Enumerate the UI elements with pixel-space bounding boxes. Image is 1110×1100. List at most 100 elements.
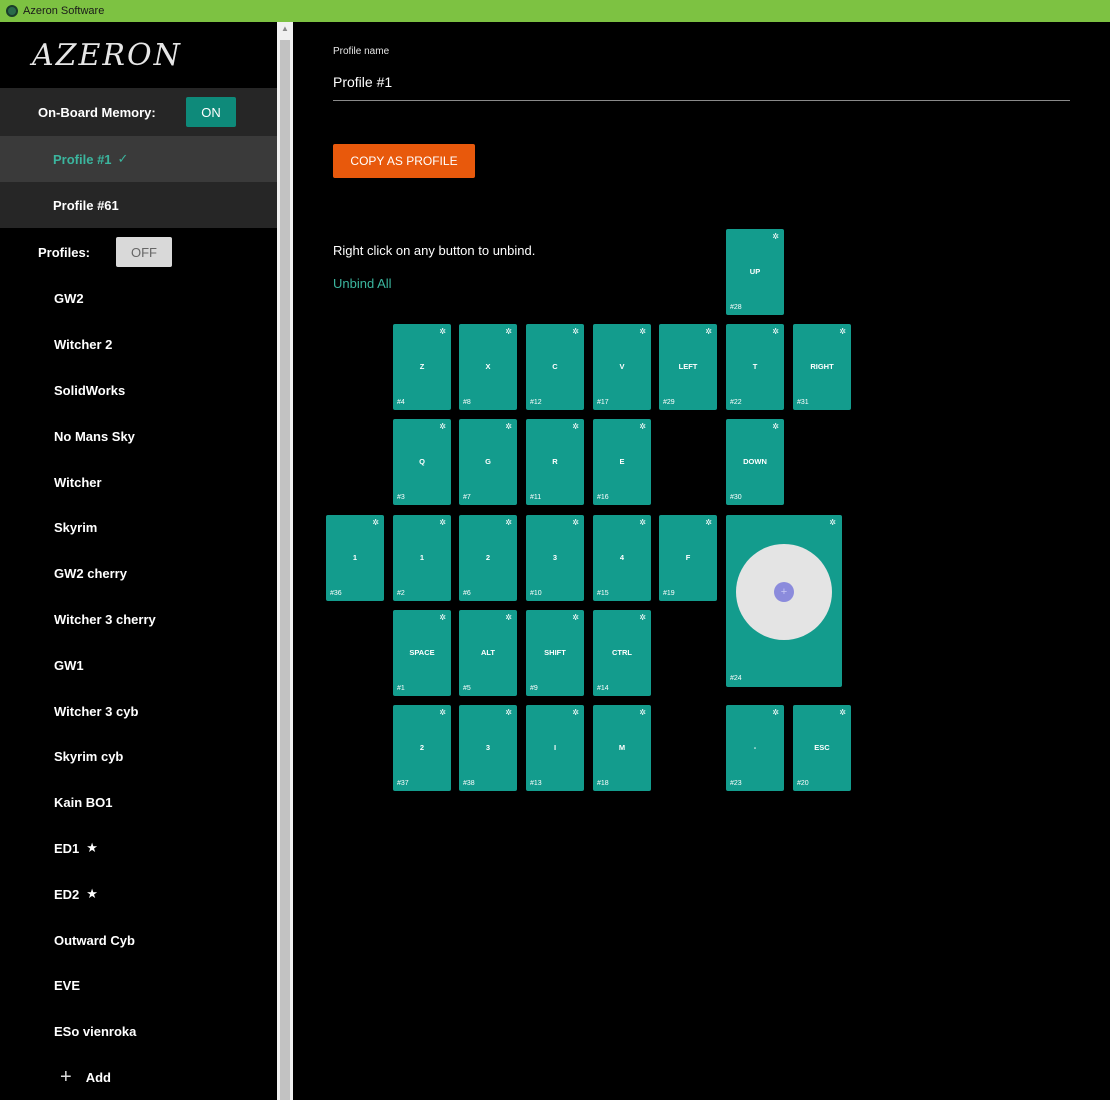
copy-as-profile-button[interactable]: COPY AS PROFILE bbox=[333, 144, 475, 178]
gear-icon[interactable]: ✲ bbox=[829, 518, 836, 527]
key-button[interactable]: ✲ - #23 bbox=[726, 705, 784, 791]
key-label: ESC bbox=[814, 743, 830, 752]
profile-item[interactable]: ESo vienroka bbox=[0, 1009, 277, 1055]
gear-icon[interactable]: ✲ bbox=[572, 422, 579, 431]
profile-item[interactable]: Outward Cyb bbox=[0, 917, 277, 963]
profile-item[interactable]: Skyrim bbox=[0, 505, 277, 551]
profile-item[interactable]: Witcher 3 cyb bbox=[0, 688, 277, 734]
memory-profile-1[interactable]: Profile #1 ✓ bbox=[0, 136, 277, 182]
key-number: #8 bbox=[463, 399, 471, 406]
key-button[interactable]: ✲ 2 #37 bbox=[393, 705, 451, 791]
gear-icon[interactable]: ✲ bbox=[439, 613, 446, 622]
gear-icon[interactable]: ✲ bbox=[772, 232, 779, 241]
onboard-memory-toggle[interactable]: ON bbox=[186, 97, 236, 127]
add-profile-button[interactable]: + Add bbox=[0, 1055, 277, 1100]
key-button[interactable]: ✲ F #19 bbox=[659, 515, 717, 601]
gear-icon[interactable]: ✲ bbox=[572, 613, 579, 622]
gear-icon[interactable]: ✲ bbox=[505, 613, 512, 622]
profile-item[interactable]: GW1 bbox=[0, 642, 277, 688]
gear-icon[interactable]: ✲ bbox=[772, 708, 779, 717]
gear-icon[interactable]: ✲ bbox=[372, 518, 379, 527]
memory-profile-61[interactable]: Profile #61 bbox=[0, 182, 277, 228]
key-button[interactable]: ✲ Z #4 bbox=[393, 324, 451, 410]
gear-icon[interactable]: ✲ bbox=[639, 613, 646, 622]
gear-icon[interactable]: ✲ bbox=[639, 518, 646, 527]
key-button[interactable]: ✲ I #13 bbox=[526, 705, 584, 791]
gear-icon[interactable]: ✲ bbox=[505, 708, 512, 717]
profile-label: SolidWorks bbox=[54, 382, 126, 398]
key-button[interactable]: ✲ DOWN #30 bbox=[726, 419, 784, 505]
profile-item[interactable]: GW2 bbox=[0, 276, 277, 322]
gear-icon[interactable]: ✲ bbox=[705, 327, 712, 336]
gear-icon[interactable]: ✲ bbox=[439, 708, 446, 717]
gear-icon[interactable]: ✲ bbox=[439, 327, 446, 336]
gear-icon[interactable]: ✲ bbox=[572, 327, 579, 336]
profile-item[interactable]: ED2 ★ bbox=[0, 871, 277, 917]
key-button[interactable]: ✲ SHIFT #9 bbox=[526, 610, 584, 696]
gear-icon[interactable]: ✲ bbox=[439, 422, 446, 431]
key-button[interactable]: ✲ X #8 bbox=[459, 324, 517, 410]
key-button[interactable]: ✲ 1 #36 bbox=[326, 515, 384, 601]
profile-item[interactable]: Witcher 3 cherry bbox=[0, 597, 277, 643]
unbind-all-link[interactable]: Unbind All bbox=[333, 276, 392, 291]
check-icon: ✓ bbox=[117, 151, 129, 166]
gear-icon[interactable]: ✲ bbox=[505, 422, 512, 431]
gear-icon[interactable]: ✲ bbox=[505, 327, 512, 336]
key-button[interactable]: ✲ T #22 bbox=[726, 324, 784, 410]
profile-item[interactable]: EVE bbox=[0, 963, 277, 1009]
gear-icon[interactable]: ✲ bbox=[772, 422, 779, 431]
key-button[interactable]: ✲ LEFT #29 bbox=[659, 324, 717, 410]
profiles-row: Profiles: OFF bbox=[0, 228, 277, 276]
joystick-key[interactable]: ✲ + #24 bbox=[726, 515, 842, 687]
profile-item[interactable]: GW2 cherry bbox=[0, 551, 277, 597]
gear-icon[interactable]: ✲ bbox=[572, 518, 579, 527]
sidebar-scrollbar[interactable]: ▲ bbox=[277, 22, 293, 1100]
key-button[interactable]: ✲ 1 #2 bbox=[393, 515, 451, 601]
key-button[interactable]: ✲ SPACE #1 bbox=[393, 610, 451, 696]
gear-icon[interactable]: ✲ bbox=[839, 708, 846, 717]
profile-name-input[interactable]: Profile #1 bbox=[333, 74, 392, 90]
scroll-up-arrow[interactable]: ▲ bbox=[277, 24, 293, 38]
gear-icon[interactable]: ✲ bbox=[639, 708, 646, 717]
gear-icon[interactable]: ✲ bbox=[572, 708, 579, 717]
key-button[interactable]: ✲ R #11 bbox=[526, 419, 584, 505]
profile-item[interactable]: ED1 ★ bbox=[0, 826, 277, 872]
key-button[interactable]: ✲ 3 #38 bbox=[459, 705, 517, 791]
key-number: #24 bbox=[730, 675, 742, 682]
gear-icon[interactable]: ✲ bbox=[705, 518, 712, 527]
key-button[interactable]: ✲ C #12 bbox=[526, 324, 584, 410]
key-button[interactable]: ✲ ESC #20 bbox=[793, 705, 851, 791]
profile-item[interactable]: No Mans Sky bbox=[0, 413, 277, 459]
star-icon: ★ bbox=[86, 840, 98, 856]
key-button[interactable]: ✲ 4 #15 bbox=[593, 515, 651, 601]
key-button[interactable]: ✲ V #17 bbox=[593, 324, 651, 410]
gear-icon[interactable]: ✲ bbox=[639, 327, 646, 336]
gear-icon[interactable]: ✲ bbox=[639, 422, 646, 431]
gear-icon[interactable]: ✲ bbox=[839, 327, 846, 336]
profile-label: GW2 cherry bbox=[54, 566, 127, 582]
scrollbar-thumb[interactable] bbox=[280, 40, 290, 1100]
key-button[interactable]: ✲ CTRL #14 bbox=[593, 610, 651, 696]
profile-item[interactable]: SolidWorks bbox=[0, 368, 277, 414]
key-number: #9 bbox=[530, 685, 538, 692]
profile-item[interactable]: Witcher bbox=[0, 459, 277, 505]
key-button[interactable]: ✲ UP #28 bbox=[726, 229, 784, 315]
key-button[interactable]: ✲ 2 #6 bbox=[459, 515, 517, 601]
profile-item[interactable]: Kain BO1 bbox=[0, 780, 277, 826]
gear-icon[interactable]: ✲ bbox=[439, 518, 446, 527]
key-button[interactable]: ✲ Q #3 bbox=[393, 419, 451, 505]
sidebar: AZERON On-Board Memory: ON Profile #1 ✓ … bbox=[0, 22, 277, 1100]
key-button[interactable]: ✲ 3 #10 bbox=[526, 515, 584, 601]
key-button[interactable]: ✲ E #16 bbox=[593, 419, 651, 505]
key-button[interactable]: ✲ G #7 bbox=[459, 419, 517, 505]
key-number: #37 bbox=[397, 780, 409, 787]
profile-item[interactable]: Witcher 2 bbox=[0, 322, 277, 368]
gear-icon[interactable]: ✲ bbox=[505, 518, 512, 527]
key-button[interactable]: ✲ ALT #5 bbox=[459, 610, 517, 696]
key-label: G bbox=[485, 457, 491, 466]
profiles-toggle[interactable]: OFF bbox=[116, 237, 172, 267]
key-button[interactable]: ✲ RIGHT #31 bbox=[793, 324, 851, 410]
profile-item[interactable]: Skyrim cyb bbox=[0, 734, 277, 780]
gear-icon[interactable]: ✲ bbox=[772, 327, 779, 336]
key-button[interactable]: ✲ M #18 bbox=[593, 705, 651, 791]
